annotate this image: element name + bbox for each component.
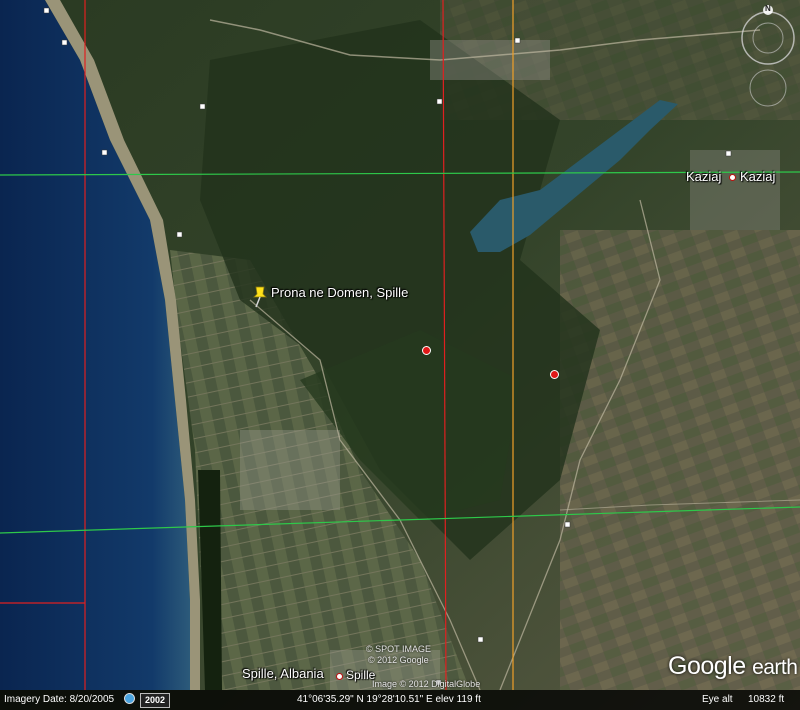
farmland-east [560,230,800,690]
town-kaziaj [690,150,780,230]
red-marker-2[interactable] [550,370,559,379]
satellite-map[interactable]: N Prona ne Domen, Spille Kaziaj Kaziaj S… [0,0,800,710]
eye-alt-value: 10832 ft [748,694,785,705]
pushpin-icon[interactable] [251,285,269,309]
logo-earth-text: earth [752,656,798,679]
imagery-date: Imagery Date: 8/20/2005 [4,694,115,705]
logo-google-text: Google [668,652,746,680]
town-label-spille[interactable]: Spille [346,668,375,682]
eye-alt-label: Eye alt [702,694,733,705]
map-imagery [0,0,800,710]
credit-google: © 2012 Google [368,655,429,665]
town-label-spille-albania[interactable]: Spille, Albania [242,666,324,681]
credit-digitalglobe: Image © 2012 DigitalGlobe [372,679,481,689]
red-marker-1[interactable] [422,346,431,355]
compass-north-letter: N [765,4,771,13]
town-marker-spille[interactable] [336,673,343,680]
town-label-kaziaj-1[interactable]: Kaziaj [686,169,721,184]
credit-spot-image: © SPOT IMAGE [366,644,431,654]
town-spille [240,430,340,510]
google-earth-logo: Google earth [668,652,798,681]
town-marker-kaziaj[interactable] [729,174,736,181]
cursor-coordinates: 41°06'35.29" N 19°28'10.51" E elev 119 f… [297,694,481,705]
imagery-year-badge[interactable]: 2002 [140,693,171,708]
placemark-label[interactable]: Prona ne Domen, Spille [271,285,408,300]
historical-imagery-clock-icon[interactable] [124,693,135,704]
town-label-kaziaj-2[interactable]: Kaziaj [740,169,775,184]
status-bar: Imagery Date: 8/20/2005 2002 41°06'35.29… [0,690,800,710]
